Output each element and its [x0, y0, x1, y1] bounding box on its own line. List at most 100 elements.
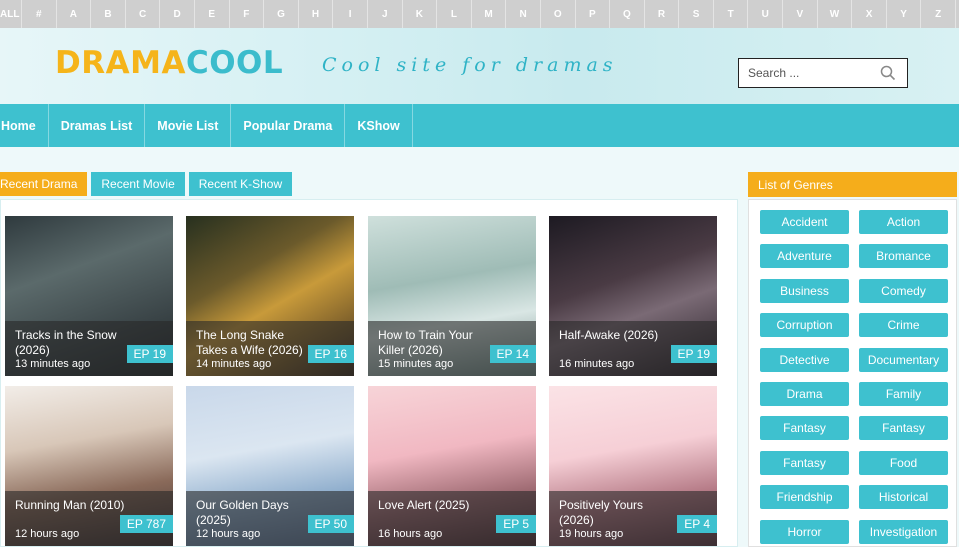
episode-badge[interactable]: EP 14	[489, 345, 536, 363]
genre-button[interactable]: Business	[760, 278, 849, 303]
alpha-link-p[interactable]: P	[576, 0, 611, 28]
alpha-link-h[interactable]: H	[299, 0, 334, 28]
alpha-link-i[interactable]: I	[333, 0, 368, 28]
genre-button[interactable]: Family	[859, 382, 948, 406]
episode-badge[interactable]: EP 787	[119, 515, 173, 533]
nav-dramas-list[interactable]: Dramas List	[49, 104, 146, 147]
logo-text-drama: DRAMA	[55, 45, 186, 81]
alpha-link-q[interactable]: Q	[610, 0, 645, 28]
card-title[interactable]: Love Alert (2025)	[378, 498, 493, 513]
alpha-link-m[interactable]: M	[472, 0, 507, 28]
recent-list-panel: Tracks in the Snow (2026) 13 minutes ago E…	[0, 199, 738, 547]
alpha-link-f[interactable]: F	[230, 0, 265, 28]
card-time: 12 hours ago	[196, 528, 261, 540]
alpha-link-e[interactable]: E	[195, 0, 230, 28]
episode-badge[interactable]: EP 19	[126, 345, 173, 363]
alpha-link-j[interactable]: J	[368, 0, 403, 28]
card-time: 16 minutes ago	[559, 358, 635, 370]
genre-button[interactable]: Horror	[760, 519, 849, 544]
card-time: 12 hours ago	[15, 528, 80, 540]
drama-card[interactable]: Positively Yours (2026) 19 hours ago EP 4	[549, 386, 717, 546]
nav-home[interactable]: Home	[0, 104, 49, 147]
card-title[interactable]: Our Golden Days (2025)	[196, 498, 311, 527]
alpha-link-w[interactable]: W	[818, 0, 853, 28]
alpha-link-t[interactable]: T	[714, 0, 749, 28]
site-logo[interactable]: DRAMACOOL	[55, 45, 283, 81]
drama-card[interactable]: Half-Awake (2026) 16 minutes ago EP 19	[549, 216, 717, 376]
card-title[interactable]: Running Man (2010)	[15, 498, 130, 513]
card-time: 19 hours ago	[559, 528, 624, 540]
search-input[interactable]	[739, 66, 869, 80]
genre-button[interactable]: Bromance	[859, 244, 948, 269]
genre-button[interactable]: Fantasy	[760, 450, 849, 475]
genre-button[interactable]: Documentary	[859, 347, 948, 372]
genre-button[interactable]: Adventure	[760, 244, 849, 269]
card-time: 15 minutes ago	[378, 358, 454, 370]
alpha-link-o[interactable]: O	[541, 0, 576, 28]
card-time: 16 hours ago	[378, 528, 443, 540]
episode-badge[interactable]: EP 5	[496, 515, 536, 533]
alpha-link-k[interactable]: K	[403, 0, 438, 28]
alpha-link-hash[interactable]: #	[22, 0, 57, 28]
tab-recent-drama[interactable]: Recent Drama	[0, 172, 88, 196]
card-title[interactable]: How to Train Your Killer (2026)	[378, 328, 493, 357]
genres-title: List of Genres	[748, 172, 957, 197]
alpha-link-v[interactable]: V	[783, 0, 818, 28]
nav-popular-drama[interactable]: Popular Drama	[231, 104, 346, 147]
drama-card[interactable]: How to Train Your Killer (2026) 15 minute…	[368, 216, 536, 376]
drama-card[interactable]: Tracks in the Snow (2026) 13 minutes ago E…	[5, 216, 173, 376]
drama-card[interactable]: The Long Snake Takes a Wife (2026) 14 min…	[186, 216, 354, 376]
card-time: 14 minutes ago	[196, 358, 272, 370]
genre-button[interactable]: Detective	[760, 347, 849, 372]
drama-card[interactable]: Running Man (2010) 12 hours ago EP 787	[5, 386, 173, 546]
search-icon[interactable]	[880, 65, 896, 81]
alpha-link-all[interactable]: ALL	[0, 0, 22, 28]
alpha-link-n[interactable]: N	[506, 0, 541, 28]
episode-badge[interactable]: EP 4	[677, 515, 717, 533]
genre-button[interactable]: Investigation	[859, 519, 948, 544]
alpha-link-z[interactable]: Z	[921, 0, 957, 28]
genre-button[interactable]: Food	[859, 450, 948, 475]
alpha-link-x[interactable]: X	[852, 0, 887, 28]
genre-button[interactable]: Fantasy	[760, 416, 849, 441]
content-tabs: Recent Drama Recent Movie Recent K-Show	[0, 172, 296, 196]
genre-button[interactable]: Drama	[760, 382, 849, 406]
alpha-link-r[interactable]: R	[645, 0, 680, 28]
nav-movie-list[interactable]: Movie List	[145, 104, 232, 147]
genre-button[interactable]: Fantasy	[859, 416, 948, 441]
card-title[interactable]: The Long Snake Takes a Wife (2026)	[196, 328, 311, 357]
episode-badge[interactable]: EP 19	[670, 345, 717, 363]
tab-recent-movie[interactable]: Recent Movie	[91, 172, 185, 196]
episode-badge[interactable]: EP 16	[307, 345, 354, 363]
main-nav: Home Dramas List Movie List Popular Dram…	[0, 104, 959, 147]
alpha-link-s[interactable]: S	[679, 0, 714, 28]
genre-button[interactable]: Corruption	[760, 313, 849, 338]
alpha-link-g[interactable]: G	[264, 0, 299, 28]
alpha-link-l[interactable]: L	[437, 0, 472, 28]
episode-badge[interactable]: EP 50	[307, 515, 354, 533]
genre-button[interactable]: Historical	[859, 485, 948, 510]
genre-button[interactable]: Crime	[859, 313, 948, 338]
alpha-link-u[interactable]: U	[748, 0, 784, 28]
card-title[interactable]: Tracks in the Snow (2026)	[15, 328, 130, 357]
genre-button[interactable]: Comedy	[859, 278, 948, 303]
card-title[interactable]: Positively Yours (2026)	[559, 498, 674, 527]
genre-button[interactable]: Friendship	[760, 485, 849, 510]
drama-card[interactable]: Love Alert (2025) 16 hours ago EP 5	[368, 386, 536, 546]
tab-recent-kshow[interactable]: Recent K-Show	[188, 172, 293, 196]
drama-card[interactable]: Our Golden Days (2025) 12 hours ago EP 50	[186, 386, 354, 546]
alpha-link-y[interactable]: Y	[887, 0, 922, 28]
card-title[interactable]: Half-Awake (2026)	[559, 328, 674, 343]
card-time: 13 minutes ago	[15, 358, 91, 370]
alpha-link-d[interactable]: D	[160, 0, 195, 28]
alpha-link-c[interactable]: C	[126, 0, 161, 28]
logo-text-cool: COOL	[185, 45, 284, 81]
genre-button[interactable]: Accident	[760, 210, 849, 234]
search-box	[738, 58, 908, 88]
alpha-link-a[interactable]: A	[57, 0, 92, 28]
alpha-link-b[interactable]: B	[91, 0, 126, 28]
genre-button[interactable]: Action	[859, 210, 948, 234]
nav-kshow[interactable]: KShow	[345, 104, 413, 147]
genres-list: Accident Action Adventure Bromance Business C…	[748, 199, 957, 547]
alphabet-bar: ALL # A B C D E F G H I J K L M N O P Q R S T U V W X Y Z	[0, 0, 959, 28]
